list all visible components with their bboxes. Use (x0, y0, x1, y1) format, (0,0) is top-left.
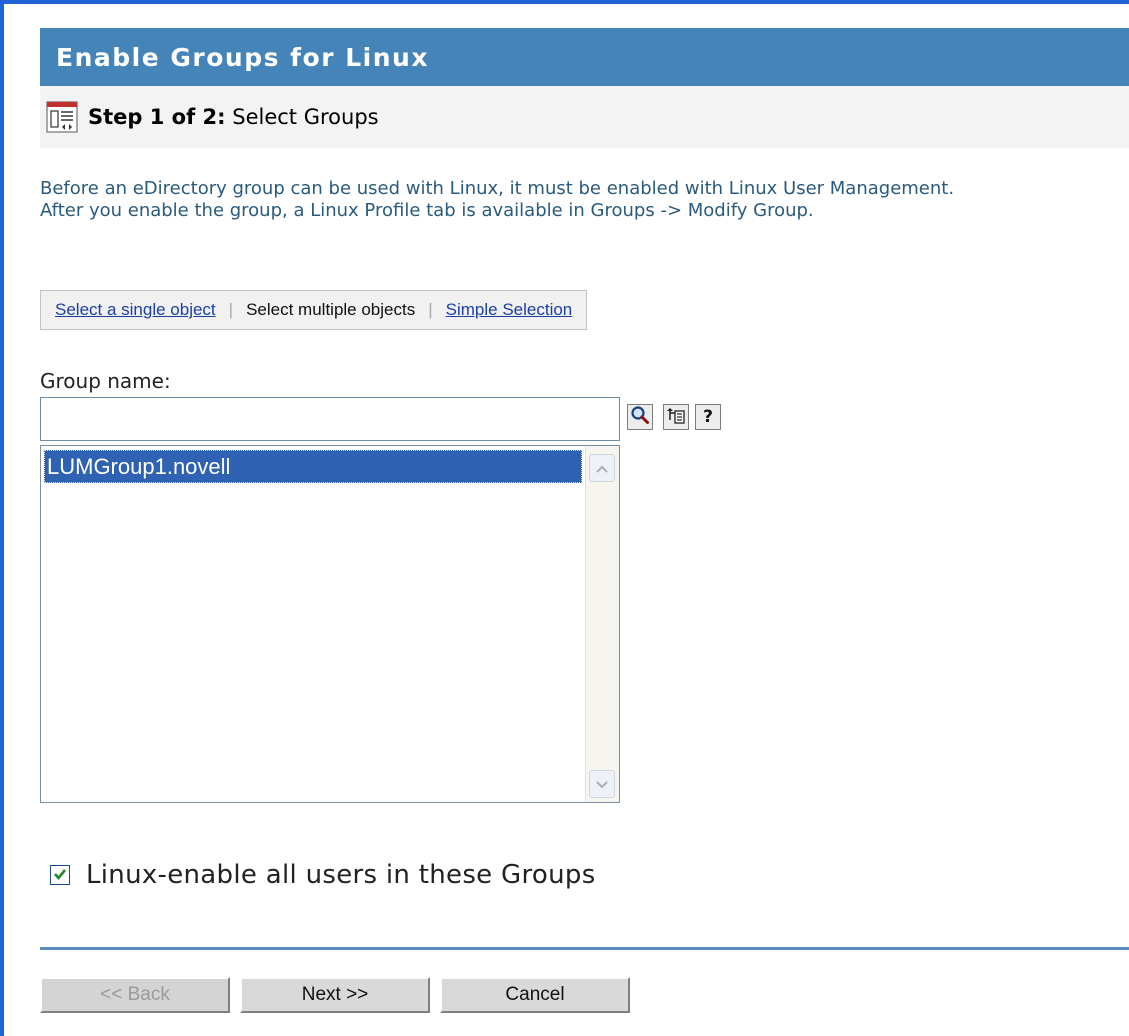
chevron-up-icon (595, 459, 609, 478)
search-button[interactable] (627, 404, 653, 430)
instructions-line-1: Before an eDirectory group can be used w… (40, 178, 955, 199)
simple-selection-link[interactable]: Simple Selection (446, 300, 573, 320)
group-name-label: Group name: (40, 369, 171, 393)
group-name-input[interactable] (40, 397, 620, 441)
scroll-down-button[interactable] (589, 770, 615, 798)
back-button[interactable]: << Back (40, 977, 230, 1013)
list-scrollbar[interactable] (585, 446, 619, 802)
frame-left-border (0, 0, 4, 1036)
title-bar: Enable Groups for Linux (40, 28, 1129, 86)
selection-mode-bar: Select a single object | Select multiple… (40, 290, 588, 330)
object-browser-icon (666, 405, 686, 429)
group-list[interactable]: LUMGroup1.novell (40, 445, 620, 803)
scroll-up-button[interactable] (589, 454, 615, 482)
page-title: Enable Groups for Linux (56, 42, 429, 72)
instructions-line-2: After you enable the group, a Linux Prof… (40, 200, 814, 221)
step-name: Select Groups (232, 105, 379, 129)
step-indicator: Step 1 of 2: Select Groups (88, 105, 379, 129)
list-item-selected[interactable]: LUMGroup1.novell (44, 450, 582, 483)
step-bar: Step 1 of 2: Select Groups (40, 86, 1129, 148)
separator: | (228, 300, 234, 319)
wizard-step-icon (46, 101, 78, 133)
object-browser-button[interactable] (663, 404, 689, 430)
linux-enable-users-checkbox[interactable] (50, 865, 70, 885)
footer-divider (40, 947, 1129, 950)
next-button[interactable]: Next >> (240, 977, 430, 1013)
frame-top-border (0, 0, 1129, 4)
linux-enable-users-label: Linux-enable all users in these Groups (86, 860, 596, 890)
instructions: Before an eDirectory group can be used w… (40, 178, 1120, 222)
linux-enable-users-option: Linux-enable all users in these Groups (50, 860, 596, 890)
help-icon: ? (703, 406, 713, 427)
select-single-object-link[interactable]: Select a single object (55, 300, 216, 320)
separator: | (428, 300, 433, 319)
cancel-button[interactable]: Cancel (440, 977, 630, 1013)
select-multiple-objects-current: Select multiple objects (246, 300, 416, 319)
checkmark-icon (53, 866, 67, 885)
help-button[interactable]: ? (695, 404, 721, 430)
search-icon (630, 405, 650, 429)
chevron-down-icon (595, 775, 609, 794)
step-number: Step 1 of 2: (88, 105, 226, 129)
